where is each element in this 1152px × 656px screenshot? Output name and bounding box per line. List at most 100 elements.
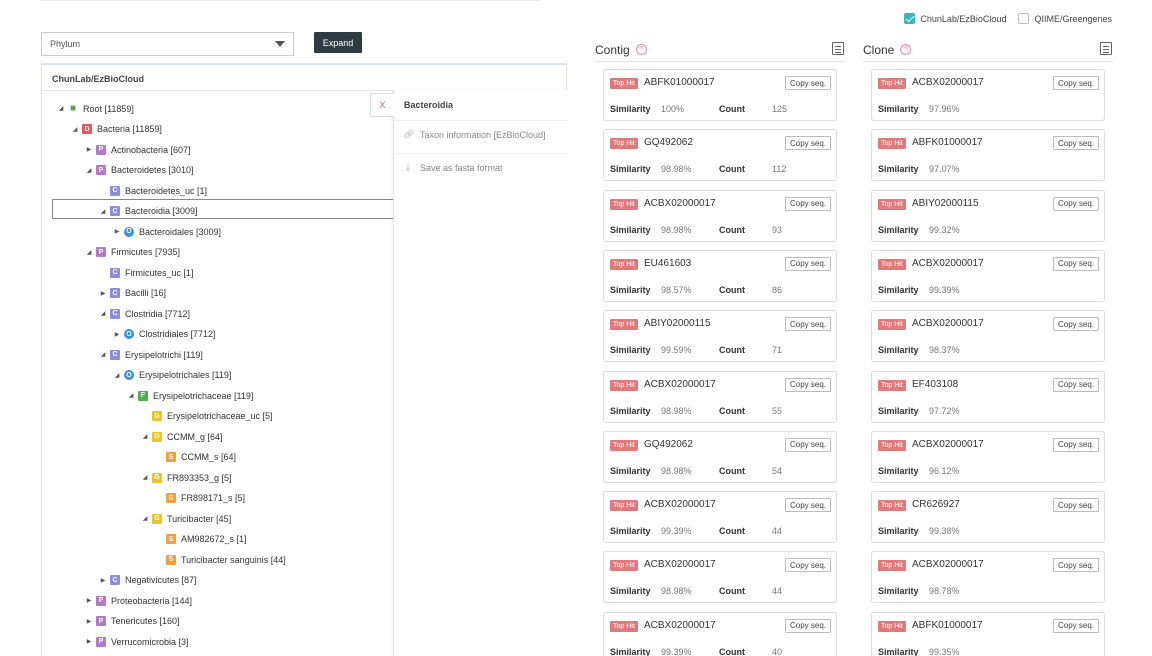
help-icon[interactable]: ? bbox=[900, 44, 912, 55]
tree-node[interactable]: ▶ C Bacilli [16] bbox=[96, 285, 166, 302]
expand-toggle-icon[interactable]: ▶ bbox=[110, 228, 124, 235]
copy-seq-button[interactable]: Copy seq. bbox=[1052, 136, 1099, 151]
collapse-toggle-icon[interactable]: ◢ bbox=[96, 351, 110, 358]
copy-seq-button[interactable]: Copy seq. bbox=[1052, 437, 1099, 452]
copy-seq-button[interactable]: Copy seq. bbox=[1052, 317, 1099, 332]
copy-seq-button[interactable]: Copy seq. bbox=[784, 196, 831, 211]
copy-seq-button[interactable]: Copy seq. bbox=[784, 437, 831, 452]
contig-hit-card: Top Hit GQ492062 Copy seq. Similarity 98.98%… bbox=[603, 430, 837, 483]
tree-node[interactable]: ▶ P Verrucomicrobia [3] bbox=[82, 633, 189, 650]
tree-node[interactable]: ◢ O Erysipelotrichales [119] bbox=[110, 367, 231, 384]
accession-label: CR626927 bbox=[912, 499, 960, 511]
count-value: 40 bbox=[772, 646, 783, 656]
collapse-toggle-icon[interactable]: ◢ bbox=[82, 167, 96, 174]
tree-node[interactable]: C Firmicutes_uc [1] bbox=[96, 264, 194, 281]
collapse-toggle-icon[interactable]: ◢ bbox=[138, 474, 152, 481]
accession-label: ABFK01000017 bbox=[644, 77, 715, 88]
count-label: Count bbox=[719, 224, 745, 235]
tree-node[interactable]: ◢ G FR893353_g [5] bbox=[138, 469, 232, 486]
tree-node[interactable]: ◢ D Bacteria [11859] bbox=[68, 121, 162, 138]
tree-node[interactable]: ◢ G Turicibacter [45] bbox=[138, 510, 231, 527]
checkbox-checked-icon[interactable] bbox=[904, 13, 916, 24]
tree-node[interactable]: ▶ P Actinobacteria [607] bbox=[82, 141, 191, 158]
expand-toggle-icon[interactable]: ▶ bbox=[82, 618, 96, 625]
tree-node[interactable]: S CCMM_s [64] bbox=[152, 449, 236, 466]
collapse-toggle-icon[interactable]: ◢ bbox=[138, 433, 152, 440]
copy-seq-button[interactable]: Copy seq. bbox=[784, 317, 831, 332]
tree-node[interactable]: C Bacteroidetes_uc [1] bbox=[96, 182, 207, 199]
rank-select[interactable]: Phylum bbox=[41, 32, 294, 56]
copy-seq-button[interactable]: Copy seq. bbox=[784, 558, 831, 573]
database-options: ChunLab/EzBioCloud QIIME/Greengenes bbox=[904, 13, 1112, 24]
copy-seq-button[interactable]: Copy seq. bbox=[1052, 76, 1099, 90]
copy-seq-button[interactable]: Copy seq. bbox=[1052, 498, 1099, 513]
tree-node[interactable]: ▶ P Proteobacteria [144] bbox=[82, 592, 192, 609]
tree-node[interactable]: ◢ C Clostridia [7712] bbox=[96, 305, 190, 322]
copy-seq-button[interactable]: Copy seq. bbox=[784, 498, 831, 513]
link-icon: 🔗︎ bbox=[403, 129, 415, 139]
count-label: Count bbox=[719, 284, 745, 295]
tree-node[interactable]: S Turicibacter sanguinis [44] bbox=[152, 551, 286, 568]
collapse-toggle-icon[interactable]: ◢ bbox=[54, 105, 68, 112]
list-menu-icon[interactable] bbox=[832, 42, 844, 55]
clone-hit-card: Top Hit ACBX02000017 Copy seq. Similarity 99… bbox=[871, 249, 1105, 302]
tree-node[interactable]: ◢ P Bacteroidetes [3010] bbox=[82, 162, 194, 179]
copy-seq-button[interactable]: Copy seq. bbox=[1052, 256, 1099, 271]
copy-seq-button[interactable]: Copy seq. bbox=[1052, 196, 1099, 211]
collapse-toggle-icon[interactable]: ◢ bbox=[124, 392, 138, 399]
collapse-toggle-icon[interactable]: ◢ bbox=[110, 372, 124, 379]
checkbox-unchecked-icon[interactable] bbox=[1018, 13, 1030, 24]
expand-toggle-icon[interactable]: ▶ bbox=[82, 638, 96, 645]
copy-seq-button[interactable]: Copy seq. bbox=[784, 618, 831, 633]
tree-node[interactable]: ▶ O Clostridiales [7712] bbox=[110, 326, 216, 343]
tree-node[interactable]: ▶ O Bacteroidales [3009] bbox=[110, 223, 221, 240]
class-rank-icon: C bbox=[110, 288, 120, 298]
collapse-toggle-icon[interactable]: ◢ bbox=[96, 310, 110, 317]
contig-hit-card: Top Hit ACBX02000017 Copy seq. Similarity 98… bbox=[603, 551, 837, 604]
help-icon[interactable]: ? bbox=[635, 44, 647, 55]
tree-node[interactable]: ◢ F Erysipelotrichaceae [119] bbox=[124, 387, 253, 404]
copy-seq-button[interactable]: Copy seq. bbox=[1052, 377, 1099, 392]
copy-seq-button[interactable]: Copy seq. bbox=[784, 256, 831, 271]
top-hit-badge: Top Hit bbox=[610, 560, 638, 572]
expand-toggle-icon[interactable]: ▶ bbox=[110, 331, 124, 338]
tree-node[interactable]: ◢ C Erysipelotrichi [119] bbox=[96, 346, 203, 363]
copy-seq-button[interactable]: Copy seq. bbox=[1052, 618, 1099, 633]
db-option-qiime[interactable]: QIIME/Greengenes bbox=[1018, 13, 1112, 24]
tree-node[interactable]: S AM982672_s [1] bbox=[152, 531, 247, 548]
list-menu-icon[interactable] bbox=[1100, 42, 1112, 55]
species-rank-icon: S bbox=[166, 452, 176, 462]
tree-node[interactable]: ▶ P Tenericutes [160] bbox=[82, 613, 180, 630]
tree-node[interactable]: ▶ C Negativicutes [87] bbox=[96, 572, 197, 589]
taxon-information-link[interactable]: 🔗︎ Taxon information [EzBioCloud] bbox=[394, 120, 568, 148]
copy-seq-button[interactable]: Copy seq. bbox=[784, 377, 831, 392]
collapse-toggle-icon[interactable]: ◢ bbox=[96, 208, 110, 215]
clone-hit-card: Top Hit ACBX02000017 Copy seq. Similarity 97… bbox=[871, 69, 1105, 121]
tree-node[interactable]: ◢ G CCMM_g [64] bbox=[138, 428, 223, 445]
similarity-value: 100% bbox=[661, 104, 685, 114]
accession-label: ABFK01000017 bbox=[912, 137, 983, 149]
genus-rank-icon: G bbox=[152, 472, 162, 483]
copy-seq-button[interactable]: Copy seq. bbox=[1052, 558, 1099, 573]
db-option-chunlab[interactable]: ChunLab/EzBioCloud bbox=[904, 13, 1006, 24]
tree-node[interactable]: ◢ ■ Root [11859] bbox=[54, 100, 134, 117]
expand-toggle-icon[interactable]: ▶ bbox=[96, 290, 110, 297]
collapse-toggle-icon[interactable]: ◢ bbox=[68, 126, 82, 133]
collapse-toggle-icon[interactable]: ◢ bbox=[138, 515, 152, 522]
expand-toggle-icon[interactable]: ▶ bbox=[82, 146, 96, 153]
tree-node[interactable]: S FR898171_s [5] bbox=[152, 490, 245, 507]
expand-button[interactable]: Expand bbox=[314, 32, 362, 53]
copy-seq-button[interactable]: Copy seq. bbox=[784, 76, 831, 90]
expand-toggle-icon[interactable]: ▶ bbox=[82, 597, 96, 604]
save-fasta-link[interactable]: ⤓ Save as fasta format bbox=[394, 153, 568, 181]
expand-toggle-icon[interactable]: ▶ bbox=[96, 577, 110, 584]
close-button[interactable]: X bbox=[370, 93, 394, 117]
collapse-toggle-icon[interactable]: ◢ bbox=[82, 249, 96, 256]
tree-node-label: FR898171_s [5] bbox=[181, 493, 246, 503]
tree-node[interactable]: ◢ C Bacteroidia [3009] bbox=[96, 203, 198, 220]
count-label: Count bbox=[719, 164, 745, 175]
copy-seq-button[interactable]: Copy seq. bbox=[784, 136, 831, 151]
tree-node[interactable]: ◢ P Firmicutes [7935] bbox=[82, 244, 180, 261]
tree-node[interactable]: G Erysipelotrichaceae_uc [5] bbox=[138, 408, 273, 425]
db-option-label: QIIME/Greengenes bbox=[1034, 13, 1112, 24]
